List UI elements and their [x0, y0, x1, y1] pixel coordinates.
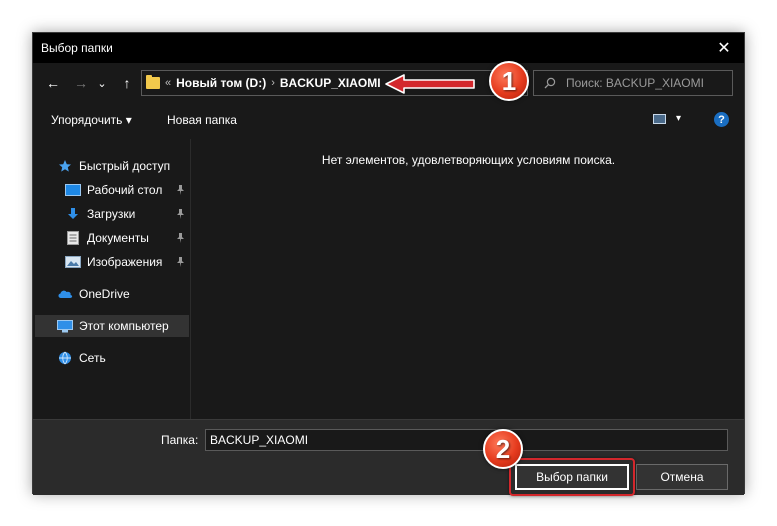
annotation-highlight-box: [509, 458, 635, 496]
annotation-marker-2: 2: [483, 429, 523, 469]
pin-icon[interactable]: [176, 209, 185, 221]
sidebar-item-documents[interactable]: Документы: [65, 227, 191, 249]
sidebar-item-quick-access[interactable]: Быстрый доступ: [57, 155, 170, 177]
breadcrumb-current-folder[interactable]: BACKUP_XIAOMI: [280, 76, 381, 90]
sidebar-item-label: Рабочий стол: [87, 183, 163, 197]
address-bar[interactable]: « Новый том (D:) › BACKUP_XIAOMI: [141, 70, 528, 96]
window-title: Выбор папки: [41, 41, 113, 55]
folder-field-label: Папка:: [161, 433, 199, 447]
pin-icon[interactable]: [176, 233, 185, 245]
desktop-icon: [65, 183, 81, 197]
up-button[interactable]: ↑: [117, 73, 137, 93]
file-list-area[interactable]: Нет элементов, удовлетворяющих условиям …: [192, 139, 745, 419]
cancel-button[interactable]: Отмена: [636, 464, 728, 490]
search-icon: [544, 77, 556, 89]
folder-name-input[interactable]: [205, 429, 728, 451]
view-icon: [653, 113, 666, 124]
view-options-button[interactable]: ▾: [653, 113, 681, 124]
navigation-bar: ← → ⌄ ↑ « Новый том (D:) › BACKUP_XIAOMI: [33, 63, 744, 103]
annotation-marker-1: 1: [489, 61, 529, 101]
network-icon: [57, 351, 73, 365]
sidebar-item-label: OneDrive: [79, 287, 130, 301]
sidebar-item-label: Этот компьютер: [79, 319, 169, 333]
star-icon: [57, 159, 73, 173]
sidebar-item-label: Быстрый доступ: [79, 159, 171, 173]
documents-icon: [65, 231, 81, 245]
back-button[interactable]: ←: [43, 73, 63, 93]
forward-button[interactable]: →: [71, 73, 91, 93]
download-icon: [65, 207, 81, 221]
organize-button[interactable]: Упорядочить ▾: [51, 113, 132, 127]
sidebar-item-label: Сеть: [79, 351, 106, 365]
chevron-down-icon: ▾: [676, 113, 682, 124]
cloud-icon: [57, 287, 73, 301]
new-folder-button[interactable]: Новая папка: [167, 113, 237, 127]
overflow-chevron[interactable]: «: [165, 77, 171, 89]
annotation-arrow-icon: [385, 74, 475, 94]
navigation-pane: Быстрый доступ Рабочий стол Загрузки Док…: [33, 139, 191, 419]
sidebar-item-label: Изображения: [87, 255, 163, 269]
pin-icon[interactable]: [176, 185, 185, 197]
pin-icon[interactable]: [176, 257, 185, 269]
search-box[interactable]: [533, 70, 733, 96]
breadcrumb-separator[interactable]: ›: [271, 77, 275, 89]
pictures-icon: [65, 255, 81, 269]
sidebar-item-network[interactable]: Сеть: [57, 347, 106, 369]
breadcrumb-drive[interactable]: Новый том (D:): [176, 76, 266, 90]
sidebar-item-this-pc[interactable]: Этот компьютер: [35, 315, 189, 337]
sidebar-item-label: Документы: [87, 231, 149, 245]
folder-icon: [146, 75, 160, 89]
sidebar-item-desktop[interactable]: Рабочий стол: [65, 179, 191, 201]
title-bar: Выбор папки ✕: [33, 33, 744, 63]
close-button[interactable]: ✕: [704, 33, 744, 63]
empty-results-message: Нет элементов, удовлетворяющих условиям …: [321, 153, 616, 167]
help-button[interactable]: ?: [714, 112, 729, 127]
sidebar-item-onedrive[interactable]: OneDrive: [57, 283, 130, 305]
sidebar-item-pictures[interactable]: Изображения: [65, 251, 191, 273]
search-input[interactable]: [566, 76, 716, 90]
sidebar-item-label: Загрузки: [87, 207, 136, 221]
recent-locations-button[interactable]: ⌄: [95, 73, 109, 93]
folder-picker-dialog: Выбор папки ✕ ← → ⌄ ↑ « Новый том (D:) ›…: [32, 32, 745, 496]
sidebar-item-downloads[interactable]: Загрузки: [65, 203, 191, 225]
command-toolbar: Упорядочить ▾ Новая папка ▾ ?: [33, 107, 744, 135]
footer-panel: Папка: Выбор папки Отмена: [33, 419, 744, 496]
computer-icon: [57, 319, 73, 333]
